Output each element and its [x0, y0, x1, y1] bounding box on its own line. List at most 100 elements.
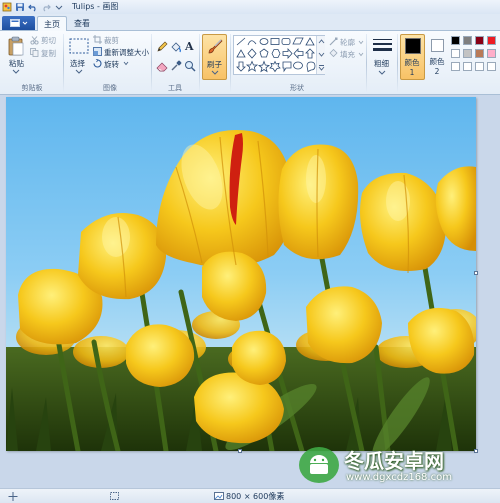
watermark-title: 冬瓜安卓网 — [344, 449, 444, 473]
copy-icon — [30, 48, 39, 57]
eraser-tool[interactable] — [156, 60, 168, 72]
palette-swatch[interactable] — [451, 49, 460, 58]
ribbon-tab-bar: 主页 查看 — [0, 14, 500, 32]
color1-swatch — [405, 38, 421, 54]
paint-app-icon[interactable] — [2, 2, 12, 12]
tulips-photo — [6, 97, 476, 451]
color1-button[interactable]: 颜色 1 — [400, 34, 425, 80]
callout-oval-shape-icon — [293, 61, 303, 70]
five-point-star-shape-icon — [257, 60, 271, 73]
undo-icon[interactable] — [28, 2, 38, 12]
palette-swatch[interactable] — [463, 49, 472, 58]
palette-swatch[interactable] — [451, 62, 460, 71]
chevron-down-icon — [75, 69, 83, 74]
line-width-icon — [373, 39, 392, 51]
group-separator — [366, 34, 367, 92]
selection-size-icon — [110, 492, 119, 500]
palette-swatch[interactable] — [463, 62, 472, 71]
chevron-down-icon — [358, 52, 364, 57]
shapes-gallery[interactable] — [233, 35, 325, 75]
canvas-resize-handle-right[interactable] — [474, 271, 478, 275]
paste-icon — [8, 36, 24, 56]
down-arrow-shape-icon — [236, 61, 246, 72]
shapes-gallery-icons — [236, 37, 316, 73]
diamond-shape-icon — [247, 48, 257, 59]
drawing-canvas[interactable] — [6, 97, 476, 451]
select-label: 选择 — [70, 59, 85, 68]
six-point-star-shape-icon — [269, 60, 281, 73]
canvas-resize-handle-bottom[interactable] — [238, 449, 242, 453]
crop-button[interactable]: 裁剪 — [93, 35, 133, 45]
chevron-down-icon — [211, 70, 219, 75]
outline-button[interactable]: 轮廓 — [329, 37, 364, 47]
brushes-button[interactable]: 刷子 — [202, 34, 227, 80]
window-title: Tulips - 画图 — [72, 2, 119, 11]
paste-label: 粘贴 — [9, 59, 24, 68]
rotate-icon — [93, 59, 102, 68]
scissors-icon — [30, 36, 39, 45]
color2-label: 颜色 2 — [429, 57, 445, 76]
group-separator — [230, 34, 231, 92]
clipboard-group-label: 剪贴板 — [21, 84, 43, 92]
selection-rectangle-icon — [69, 38, 89, 54]
pencil-tool[interactable] — [156, 41, 168, 53]
palette-swatch[interactable] — [475, 49, 484, 58]
resize-button[interactable]: 重新调整大小 — [93, 47, 153, 57]
copy-button[interactable]: 复制 — [30, 48, 60, 58]
save-icon[interactable] — [15, 2, 25, 12]
select-button[interactable]: 选择 — [67, 34, 91, 78]
fill-label: 填充 — [340, 50, 355, 59]
palette-swatch[interactable] — [487, 49, 496, 58]
size-button[interactable]: 粗细 — [370, 35, 395, 79]
android-logo-icon — [299, 447, 339, 483]
group-separator — [397, 34, 398, 92]
up-arrow-shape-icon — [305, 48, 315, 59]
image-size-icon — [214, 492, 224, 500]
tab-view[interactable]: 查看 — [68, 16, 96, 31]
palette-swatch[interactable] — [475, 62, 484, 71]
triangle-shape-icon — [305, 37, 315, 46]
outline-icon — [329, 37, 338, 46]
paint-bucket-icon — [171, 42, 181, 53]
brushes-label: 刷子 — [207, 60, 222, 69]
group-separator — [151, 34, 152, 92]
fill-tool[interactable] — [170, 41, 182, 53]
color-picker-tool[interactable] — [170, 60, 182, 72]
right-arrow-shape-icon — [282, 47, 293, 60]
text-tool[interactable]: A — [184, 40, 196, 53]
cut-label: 剪切 — [41, 36, 56, 45]
cut-button[interactable]: 剪切 — [30, 35, 60, 45]
color2-button[interactable]: 颜色 2 — [428, 34, 448, 80]
color1-label: 颜色 1 — [404, 58, 420, 77]
magnifier-tool[interactable] — [184, 60, 196, 72]
customize-toolbar-chevron-icon[interactable] — [54, 2, 64, 12]
hexagon-shape-icon — [271, 49, 281, 58]
text-tool-glyph: A — [185, 40, 194, 53]
palette-swatch[interactable] — [487, 36, 496, 45]
left-arrow-shape-icon — [293, 47, 304, 60]
rotate-button[interactable]: 旋转 — [93, 59, 133, 69]
chevron-down-icon — [123, 61, 129, 66]
watermark-logo — [296, 445, 342, 485]
eraser-icon — [156, 62, 168, 72]
shapes-gallery-scroll[interactable] — [316, 36, 325, 74]
paint-menu-button[interactable] — [2, 16, 35, 30]
size-label: 粗细 — [374, 59, 389, 68]
canvas-resize-handle-corner[interactable] — [474, 449, 478, 453]
brush-icon — [208, 39, 223, 54]
status-bar: 800 × 600像素 — [0, 488, 500, 503]
fill-button[interactable]: 填充 — [329, 49, 364, 59]
redo-icon[interactable] — [41, 2, 51, 12]
pencil-icon — [157, 41, 168, 52]
tab-home[interactable]: 主页 — [37, 16, 67, 32]
chevron-down-icon — [318, 52, 325, 57]
palette-swatch[interactable] — [487, 62, 496, 71]
palette-swatch[interactable] — [451, 36, 460, 45]
palette-swatch[interactable] — [463, 36, 472, 45]
group-separator — [63, 34, 64, 92]
eyedropper-icon — [171, 60, 182, 71]
outline-label: 轮廓 — [340, 38, 355, 47]
palette-swatch[interactable] — [475, 36, 484, 45]
group-separator — [199, 34, 200, 92]
paste-button[interactable]: 粘贴 — [4, 34, 28, 78]
